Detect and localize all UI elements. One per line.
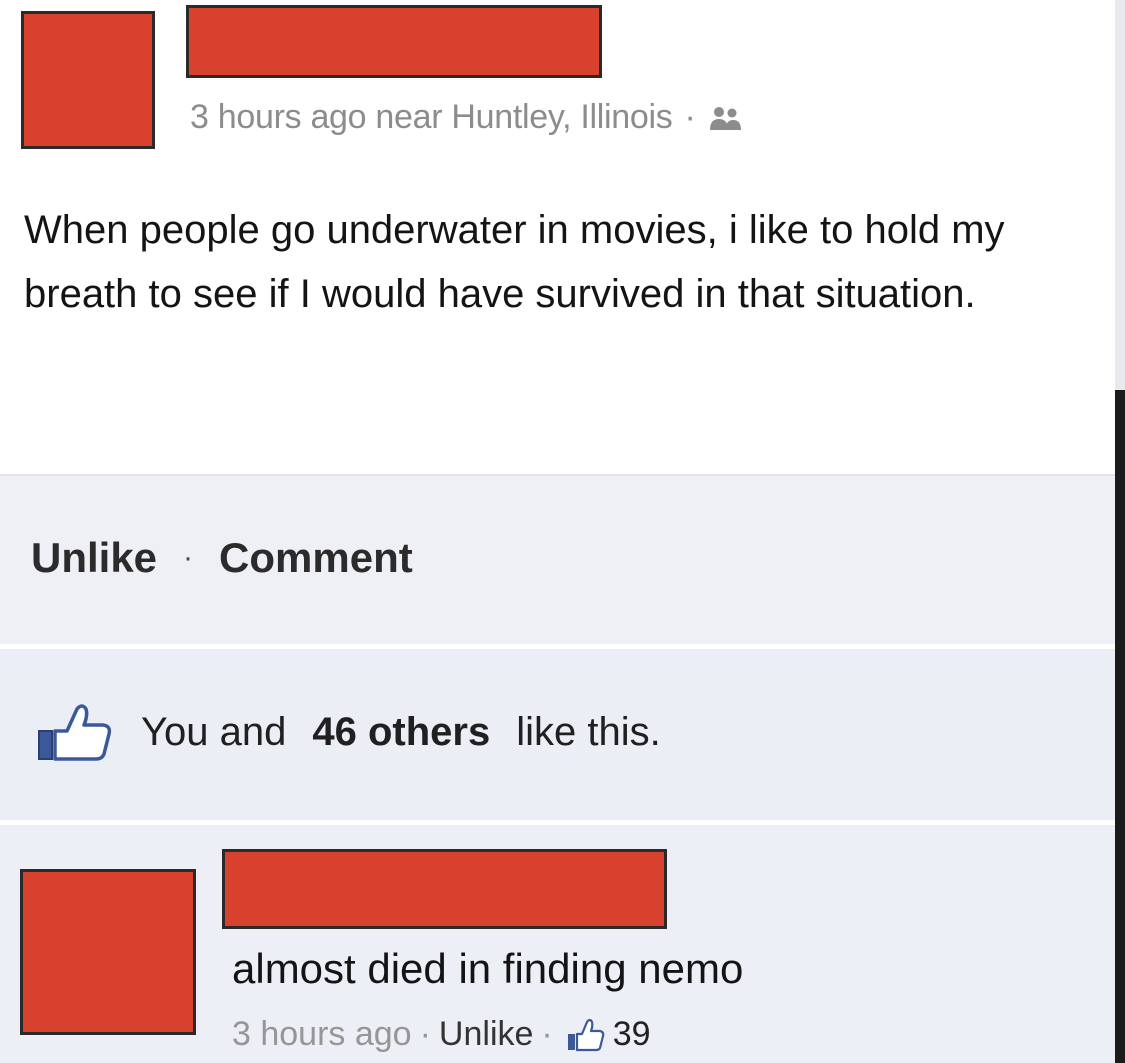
likes-others-link[interactable]: 46 others — [312, 710, 490, 755]
right-edge — [1115, 0, 1125, 1063]
comment-separator-1: · — [419, 1015, 431, 1053]
post-timestamp-location[interactable]: 3 hours ago near Huntley, Illinois — [190, 98, 673, 137]
comment-like-count[interactable]: 39 — [613, 1015, 651, 1054]
actions-row: Unlike · Comment — [31, 534, 413, 582]
likes-bar: You and 46 others like this. — [0, 646, 1115, 820]
actions-separator: · — [183, 541, 194, 574]
likes-row: You and 46 others like this. — [33, 701, 661, 763]
unlike-button[interactable]: Unlike — [31, 534, 157, 582]
likes-you-and: You and — [141, 709, 287, 754]
comment-separator-2: · — [541, 1015, 553, 1053]
comment: almost died in finding nemo 3 hours ago … — [0, 822, 1115, 1063]
post-text: When people go underwater in movies, i l… — [24, 208, 1005, 316]
comment-timestamp[interactable]: 3 hours ago — [232, 1015, 412, 1054]
comment-button[interactable]: Comment — [219, 534, 413, 582]
commenter-avatar-redacted[interactable] — [20, 869, 196, 1035]
thumbs-up-icon — [38, 704, 112, 761]
meta-separator: · — [684, 98, 696, 136]
post-actions-bar: Unlike · Comment — [0, 474, 1115, 644]
comment-text: almost died in finding nemo — [232, 945, 744, 992]
comment-meta: 3 hours ago · Unlike · 39 — [232, 1015, 651, 1054]
commenter-name-redacted[interactable] — [222, 849, 667, 929]
post: 3 hours ago near Huntley, Illinois · Whe… — [0, 0, 1115, 472]
right-edge-scroll-area — [1115, 0, 1125, 390]
author-name-redacted[interactable] — [186, 5, 602, 78]
post-meta: 3 hours ago near Huntley, Illinois · — [190, 98, 745, 137]
comment-thumbs-up-icon[interactable] — [565, 1017, 605, 1053]
comment-unlike-button[interactable]: Unlike — [439, 1015, 533, 1054]
screenshot-frame: 3 hours ago near Huntley, Illinois · Whe… — [0, 0, 1125, 1063]
likes-like-this: like this. — [516, 709, 661, 754]
friends-icon[interactable] — [707, 104, 745, 132]
author-avatar-redacted[interactable] — [21, 11, 155, 149]
